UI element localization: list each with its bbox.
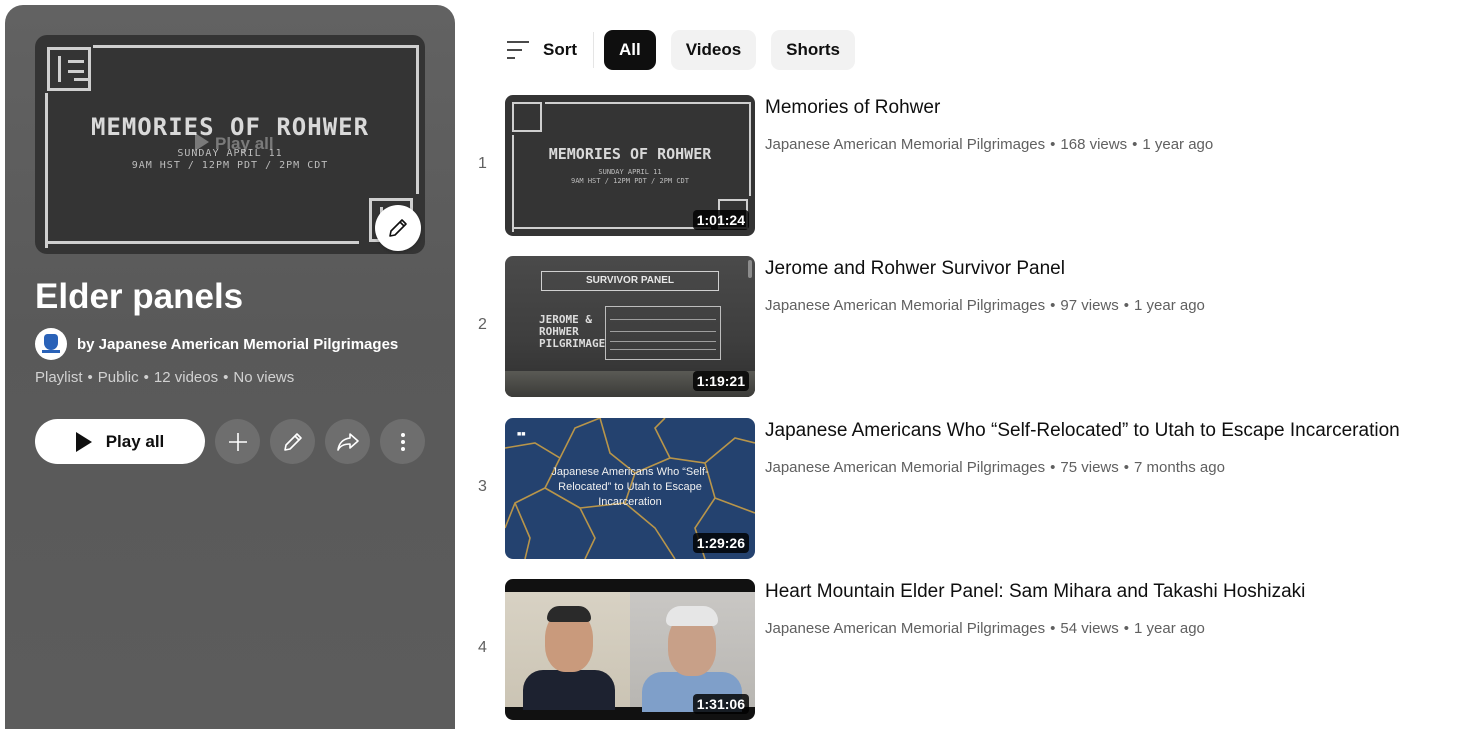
share-icon [336, 432, 359, 451]
thumbnail-info-panel [605, 306, 721, 360]
scroll-indicator [748, 260, 752, 278]
channel-name[interactable]: Japanese American Memorial Pilgrimages [765, 459, 1045, 476]
list-item[interactable]: 2 SURVIVOR PANEL JEROME & ROHWER PILGRIM… [470, 256, 1460, 398]
speaker-body [523, 670, 615, 710]
thumbnail-subtitle-line: 9AM HST / 12PM PDT / 2PM CDT [570, 177, 689, 185]
thumbnail-title: MEMORIES OF ROHWER [548, 145, 712, 163]
video-title[interactable]: Japanese Americans Who “Self-Relocated” … [765, 420, 1400, 442]
duration-badge: 1:31:06 [692, 694, 749, 714]
video-title[interactable]: Jerome and Rohwer Survivor Panel [765, 258, 1065, 280]
panel-line [610, 319, 716, 320]
thumbnail-subtitle-line: SUNDAY APRIL 11 [598, 168, 662, 176]
svg-text:■■: ■■ [517, 431, 525, 438]
upload-age: 1 year ago [1134, 297, 1205, 314]
playlist-title: Elder panels [35, 277, 244, 316]
view-count: 97 views [1060, 297, 1119, 314]
jamp-logo-icon [512, 102, 542, 132]
play-all-label: Play all [105, 431, 165, 451]
play-icon [195, 133, 209, 151]
panel-line [610, 331, 716, 332]
duration-badge: 1:29:26 [692, 533, 749, 553]
video-thumbnail[interactable]: SURVIVOR PANEL JEROME & ROHWER PILGRIMAG… [505, 256, 755, 397]
duration-badge: 1:01:24 [692, 210, 749, 230]
filter-bar: Sort All Videos Shorts [505, 30, 870, 70]
chip-all[interactable]: All [604, 30, 656, 70]
video-index: 1 [478, 155, 487, 172]
thumb-frame-line [45, 241, 359, 244]
upload-age: 7 months ago [1134, 459, 1225, 476]
sort-button[interactable]: Sort [505, 30, 577, 70]
chip-shorts[interactable]: Shorts [771, 30, 856, 70]
channel-name[interactable]: Japanese American Memorial Pilgrimages [765, 136, 1045, 153]
panel-line [610, 341, 716, 342]
jamp-logo-icon [47, 47, 91, 91]
video-thumbnail[interactable]: ■■ Japanese Americans Who “Self-Relocate… [505, 418, 755, 559]
playlist-header: MEMORIES OF ROHWER SUNDAY APRIL 11 9AM H… [5, 5, 455, 729]
video-meta: Japanese American Memorial Pilgrimages • 9… [765, 297, 1205, 314]
more-vert-icon [400, 432, 405, 451]
playlist-owner[interactable]: by Japanese American Memorial Pilgrimage… [35, 328, 398, 360]
edit-thumbnail-button[interactable] [375, 205, 421, 251]
playlist-video-count: 12 videos [153, 369, 219, 386]
video-meta: Japanese American Memorial Pilgrimages • 5… [765, 620, 1205, 637]
owner-name[interactable]: by Japanese American Memorial Pilgrimage… [77, 336, 398, 353]
divider [593, 32, 594, 68]
playlist-thumbnail[interactable]: MEMORIES OF ROHWER SUNDAY APRIL 11 9AM H… [35, 35, 425, 254]
video-title[interactable]: Heart Mountain Elder Panel: Sam Mihara a… [765, 581, 1305, 603]
play-all-overlay[interactable]: Play all [195, 133, 274, 154]
thumbnail-subtitle-line: 9AM HST / 12PM PDT / 2PM CDT [131, 160, 329, 171]
plus-icon [228, 432, 247, 451]
panel-line [610, 349, 716, 350]
play-all-overlay-label: Play all [215, 134, 274, 153]
pencil-icon [389, 219, 407, 237]
playlist-actions: Play all [35, 419, 425, 464]
duration-badge: 1:19:21 [692, 371, 749, 391]
speaker-video-right [630, 592, 755, 712]
play-all-button[interactable]: Play all [35, 419, 205, 464]
edit-button[interactable] [270, 419, 315, 464]
playlist-type: Playlist [35, 369, 83, 386]
avatar[interactable] [35, 328, 67, 360]
video-meta: Japanese American Memorial Pilgrimages • 7… [765, 459, 1225, 476]
channel-name[interactable]: Japanese American Memorial Pilgrimages [765, 297, 1045, 314]
playlist-meta: Playlist • Public • 12 videos • No views [35, 369, 295, 386]
thumbnail-banner: SURVIVOR PANEL [541, 271, 719, 291]
upload-age: 1 year ago [1142, 136, 1214, 153]
add-button[interactable] [215, 419, 260, 464]
sort-icon [507, 41, 529, 59]
thumb-frame-line [545, 102, 751, 104]
video-thumbnail[interactable]: MEMORIES OF ROHWER SUNDAY APRIL 11 9AM H… [505, 95, 755, 236]
video-thumbnail[interactable]: 1:31:06 [505, 579, 755, 720]
thumbnail-subtitle: SUNDAY APRIL 11 9AM HST / 12PM PDT / 2PM… [505, 168, 755, 186]
video-index: 2 [478, 316, 487, 333]
list-item[interactable]: 4 1:31:06 Heart Mountain Elder Panel: Sa… [470, 579, 1460, 721]
playlist-views: No views [233, 369, 295, 386]
sort-label: Sort [543, 40, 577, 59]
list-item[interactable]: 1 MEMORIES OF ROHWER SUNDAY APRIL 11 9AM… [470, 95, 1460, 237]
share-button[interactable] [325, 419, 370, 464]
more-actions-button[interactable] [380, 419, 425, 464]
play-icon [75, 431, 92, 452]
speaker-hair [547, 606, 591, 622]
speaker-video-left [505, 592, 630, 710]
playlist-privacy: Public [97, 369, 139, 386]
thumb-frame-line [512, 227, 711, 229]
thumbnail-brand: JEROME & ROHWER PILGRIMAGE [539, 313, 606, 350]
video-index: 3 [478, 478, 487, 495]
view-count: 168 views [1060, 136, 1128, 153]
pencil-icon [283, 432, 302, 451]
thumbnail-caption: Japanese Americans Who “Self-Relocated” … [551, 466, 709, 508]
video-index: 4 [478, 639, 487, 656]
upload-age: 1 year ago [1134, 620, 1205, 637]
video-title[interactable]: Memories of Rohwer [765, 97, 940, 119]
video-meta: Japanese American Memorial Pilgrimages • 1… [765, 136, 1214, 153]
speaker-hair [666, 606, 718, 626]
view-count: 75 views [1060, 459, 1119, 476]
chip-videos[interactable]: Videos [670, 30, 757, 70]
thumb-frame-line [93, 45, 419, 48]
list-item[interactable]: 3 ■■ Japanese Americans Who “Self-Reloca… [470, 418, 1460, 560]
view-count: 54 views [1060, 620, 1119, 637]
channel-name[interactable]: Japanese American Memorial Pilgrimages [765, 620, 1045, 637]
